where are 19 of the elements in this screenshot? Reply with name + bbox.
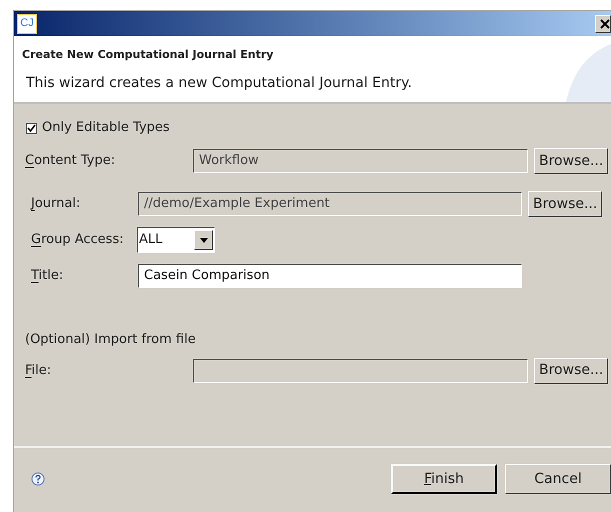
field-label: Content Type: <box>25 152 116 170</box>
help-icon[interactable] <box>31 472 45 486</box>
dropdown[interactable]: ALL <box>137 227 215 253</box>
field-label: Title: <box>31 267 64 286</box>
field-label: Group Access: <box>31 231 125 250</box>
checkbox-label: Only Editable Types <box>42 119 170 138</box>
dialog-button[interactable]: Finish <box>391 464 497 494</box>
close-icon <box>600 18 610 28</box>
section-heading: (Optional) Import from file <box>25 331 196 349</box>
text-field[interactable]: Casein Comparison <box>138 264 522 288</box>
close-button[interactable] <box>595 14 611 32</box>
wizard-description: This wizard creates a new Computational Journal Entry. <box>26 74 412 92</box>
field-label: File: <box>25 362 52 380</box>
wizard-title: Create New Computational Journal Entry <box>22 47 274 63</box>
field-label: Journal: <box>31 195 82 214</box>
checkbox[interactable] <box>26 122 37 134</box>
dialog-button[interactable]: Cancel <box>505 464 611 494</box>
app-icon: CJ <box>17 14 37 34</box>
dropdown-arrow-icon <box>200 238 208 242</box>
